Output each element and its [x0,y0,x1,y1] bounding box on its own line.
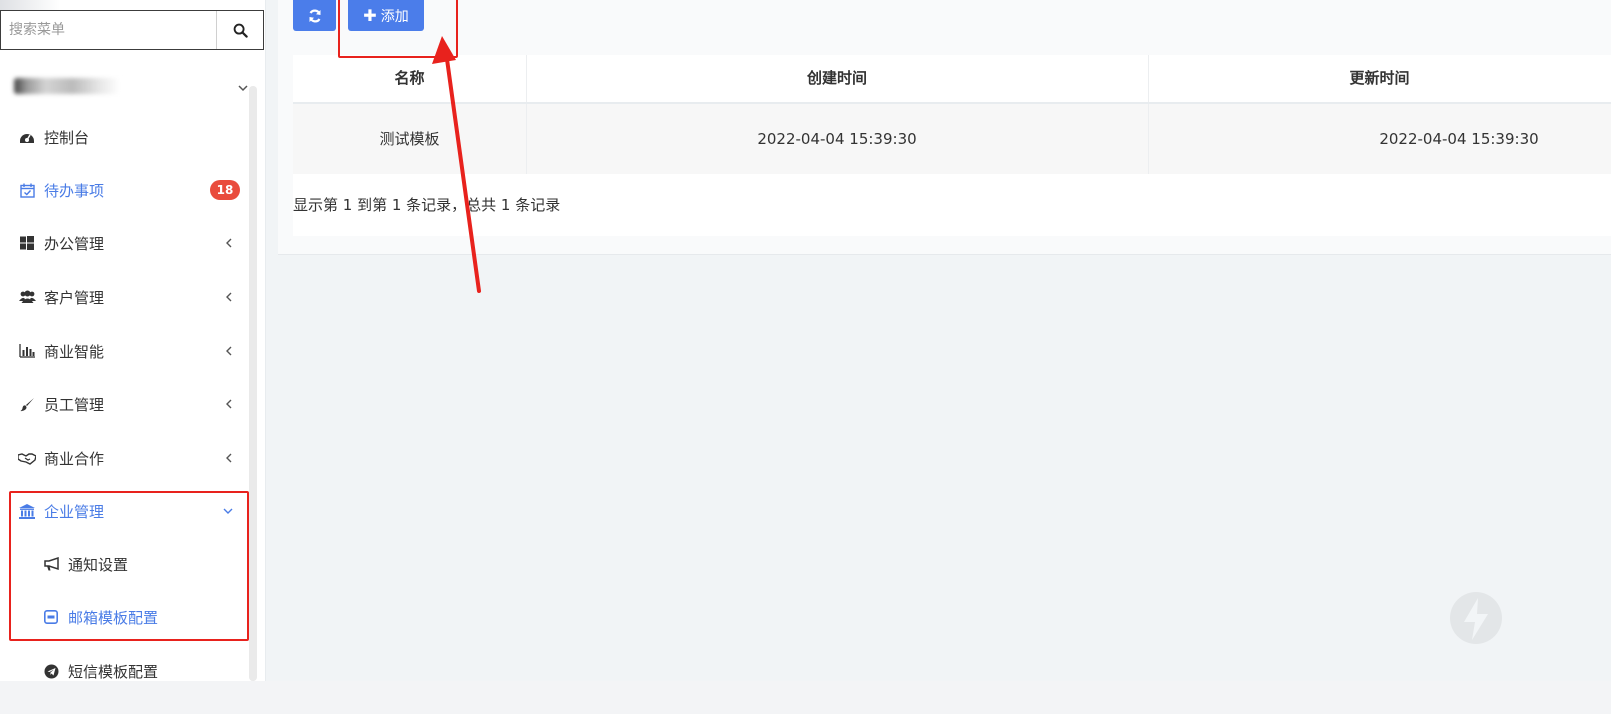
sidebar-item-label: 控制台 [44,128,90,147]
sidebar-item-label: 商业合作 [44,449,105,468]
sidebar-item-label: 客户管理 [44,288,105,307]
sidebar-item-todo[interactable]: 待办事项 18 [0,167,260,213]
sidebar-item-customers[interactable]: 客户管理 [0,274,260,320]
handshake-icon [18,449,36,467]
search-button[interactable] [216,11,263,49]
column-divider [1148,104,1149,174]
column-divider [526,104,527,174]
chevron-left-icon [226,453,232,463]
sidebar-item-label: 商业智能 [44,342,105,361]
column-divider [1148,55,1149,102]
sidebar-scrollbar[interactable] [249,86,257,681]
menu-search-input[interactable] [1,11,219,49]
sidebar-item-label: 待办事项 [44,181,105,200]
sidebar-item-dashboard[interactable]: 控制台 [0,114,260,160]
paint-brush-icon [18,395,36,413]
calendar-check-icon [18,181,36,199]
cell-updated: 2022-04-04 15:39:30 [1379,130,1539,148]
annotation-highlight-menu [9,491,249,641]
refresh-icon [308,9,321,22]
sidebar-subitem-label: 短信模板配置 [68,662,159,681]
sidebar-item-office[interactable]: 办公管理 [0,220,260,266]
sidebar-item-bi[interactable]: 商业智能 [0,328,260,374]
bolt-logo-icon [1450,592,1502,644]
users-icon [18,288,36,306]
bar-chart-icon [18,342,36,360]
column-divider [526,55,527,102]
bottom-strip [0,681,1611,714]
sidebar-item-partnership[interactable]: 商业合作 [0,435,260,481]
chevron-left-icon [226,292,232,302]
sidebar-scrollbar-thumb[interactable] [249,86,257,681]
dashboard-icon [18,128,36,146]
sidebar-item-label: 办公管理 [44,234,105,253]
todo-count-badge: 18 [210,180,240,200]
annotation-arrow [432,36,481,293]
chevron-left-icon [226,346,232,356]
telegram-icon [42,662,60,680]
cell-created: 2022-04-04 15:39:30 [757,130,917,148]
sidebar-item-label: 员工管理 [44,395,105,414]
user-panel[interactable] [14,72,249,104]
chevron-down-icon [238,85,248,92]
blurred-user-info [14,78,120,94]
column-header-updated[interactable]: 更新时间 [1148,55,1611,102]
refresh-button[interactable] [293,0,336,31]
windows-icon [18,234,36,252]
menu-search-box [0,10,264,50]
column-header-created[interactable]: 创建时间 [526,55,1148,102]
search-icon [233,23,248,38]
chevron-left-icon [226,238,232,248]
sidebar-item-staff[interactable]: 员工管理 [0,381,260,427]
chevron-left-icon [226,399,232,409]
